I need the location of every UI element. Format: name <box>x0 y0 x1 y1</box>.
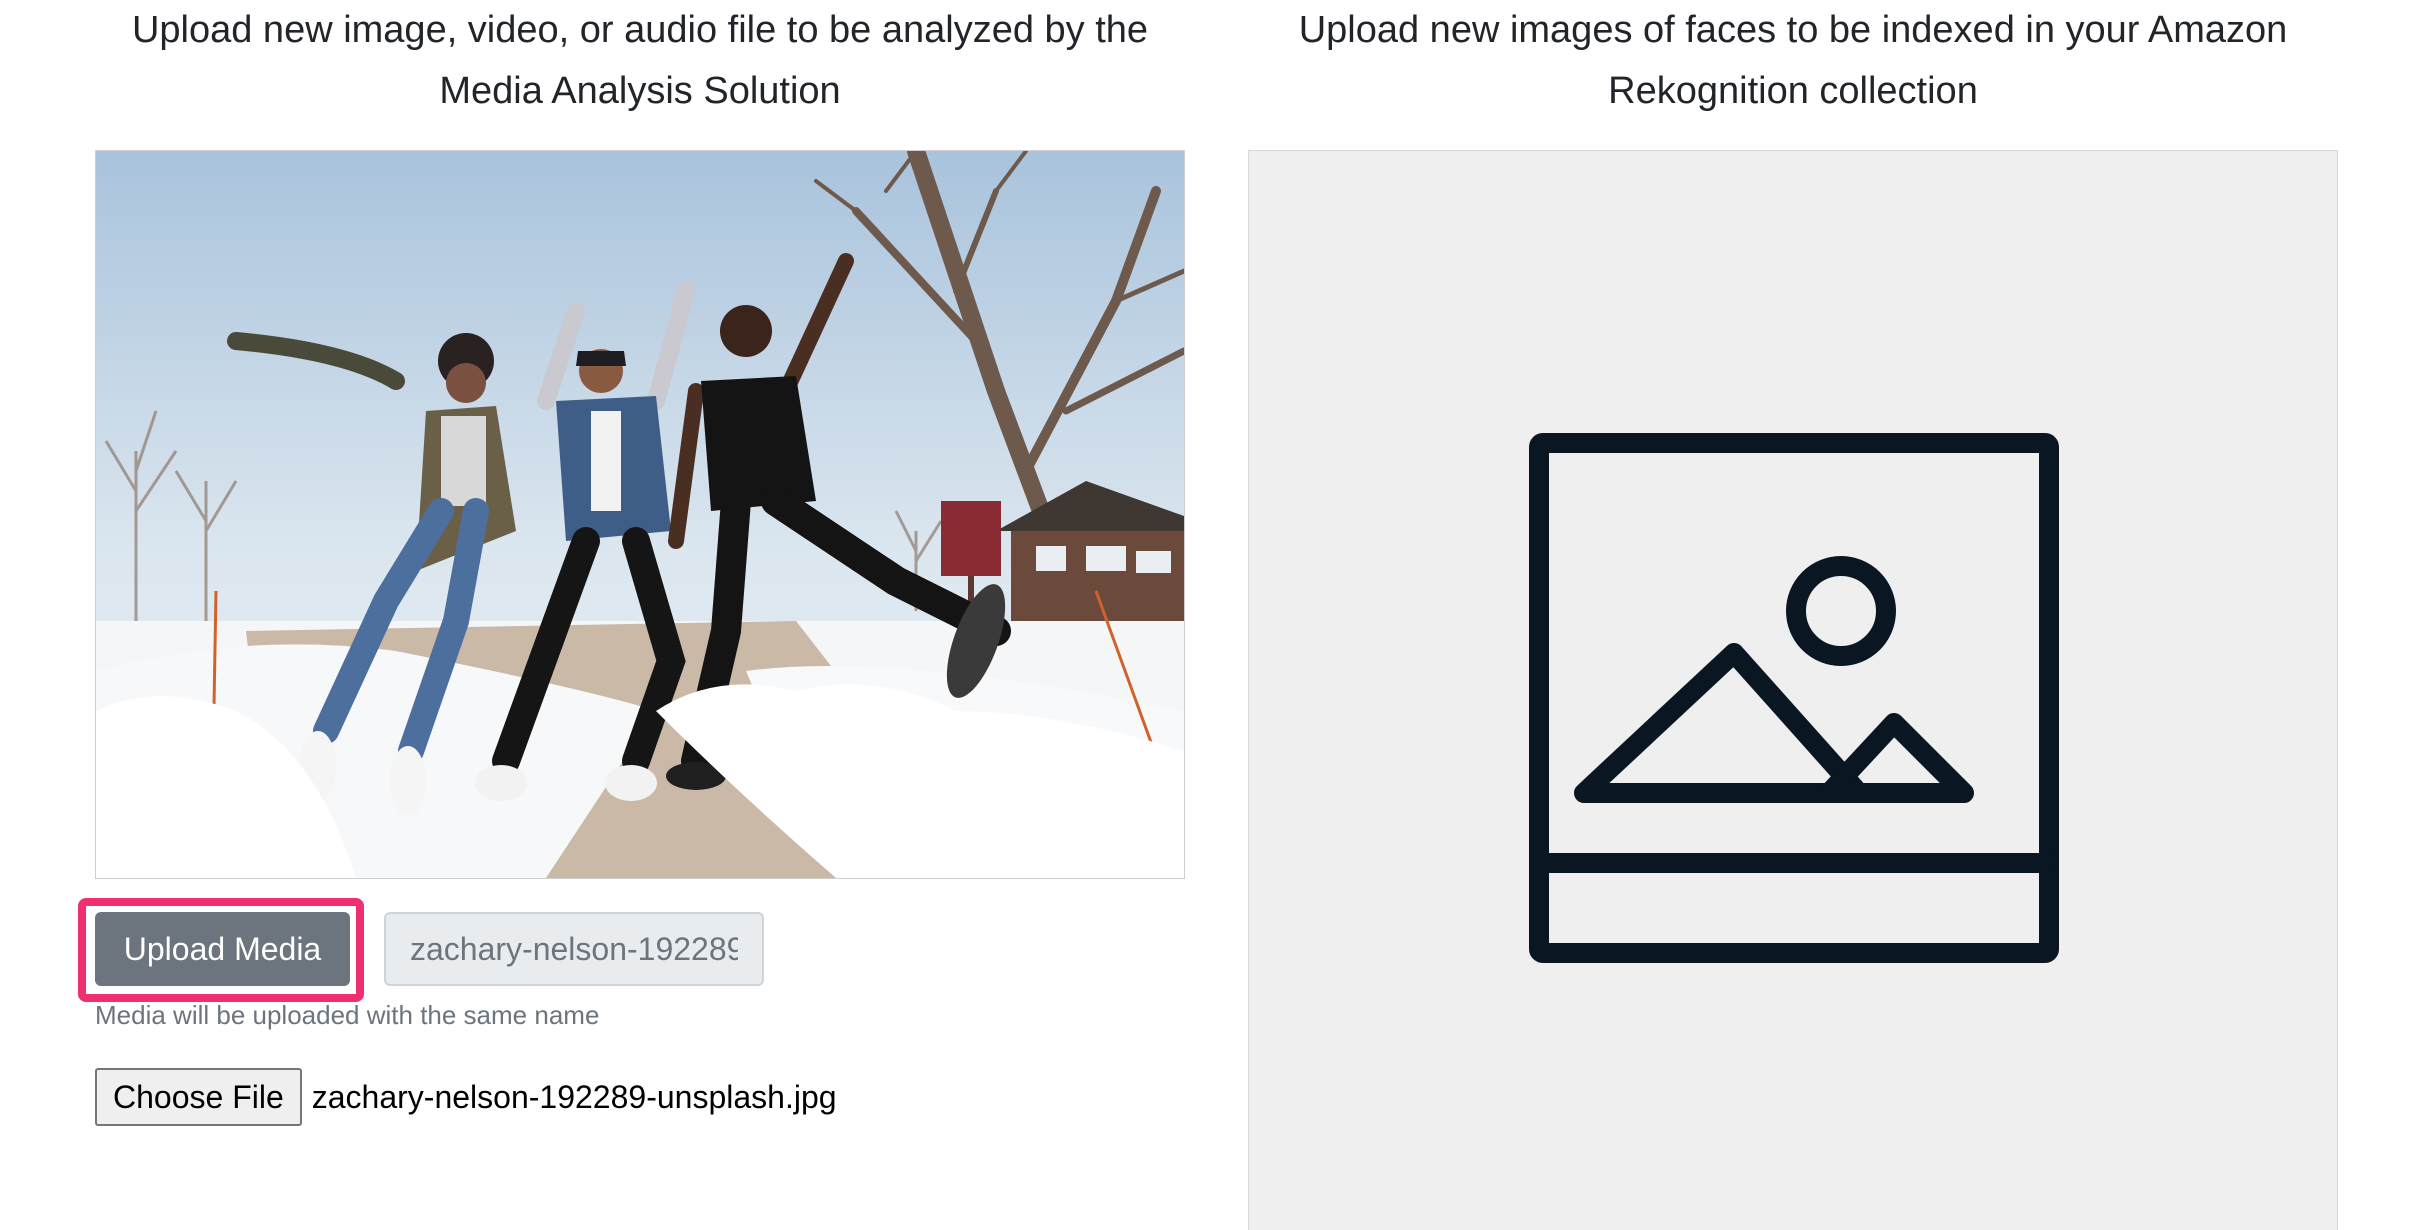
upload-controls: Upload Media <box>78 898 1188 1002</box>
chosen-file-name: zachary-nelson-192289-unsplash.jpg <box>311 1078 837 1115</box>
face-upload-title: Upload new images of faces to be indexed… <box>1298 9 2288 112</box>
file-chooser: Choose File zachary-nelson-192289-unspla… <box>95 1068 837 1126</box>
upload-media-button[interactable]: Upload Media <box>95 912 350 986</box>
media-upload-title: Upload new image, video, or audio file t… <box>131 9 1149 112</box>
media-preview-image <box>95 150 1185 879</box>
page: Upload new image, video, or audio file t… <box>0 0 2412 1230</box>
face-upload-column: Upload new images of faces to be indexed… <box>1248 0 2338 1230</box>
face-image-dropzone[interactable] <box>1248 150 2338 1230</box>
image-placeholder-icon <box>1529 433 2059 963</box>
choose-file-button[interactable]: Choose File <box>95 1068 302 1126</box>
media-upload-column: Upload new image, video, or audio file t… <box>78 0 1185 1126</box>
media-name-field[interactable] <box>384 912 764 986</box>
upload-help-text: Media will be uploaded with the same nam… <box>95 1000 600 1030</box>
